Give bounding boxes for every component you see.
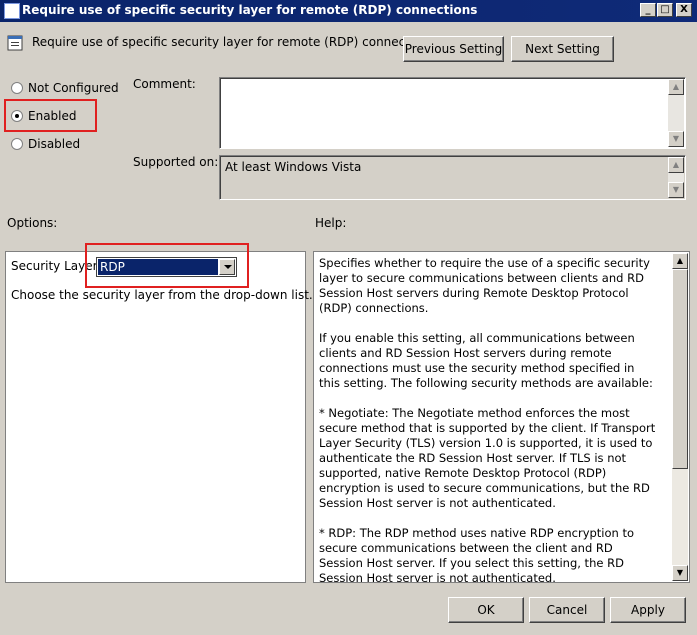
help-paragraph: * RDP: The RDP method uses native RDP en… — [319, 526, 635, 583]
window-title: Require use of specific security layer f… — [22, 3, 478, 17]
dropdown-highlight-box — [85, 243, 249, 288]
ok-button[interactable]: OK — [448, 597, 524, 623]
next-setting-button[interactable]: Next Setting — [511, 36, 614, 62]
options-panel: Security Layer RDP Choose the security l… — [5, 251, 313, 583]
setting-icon — [7, 35, 23, 51]
scroll-down-icon[interactable]: ▼ — [672, 565, 688, 581]
scroll-down-icon[interactable]: ▼ — [668, 182, 684, 198]
radio-not-configured-label[interactable]: Not Configured — [28, 81, 119, 95]
radio-disabled[interactable] — [11, 138, 23, 150]
help-panel: Specifies whether to require the use of … — [313, 251, 690, 583]
title-bar: Require use of specific security layer f… — [0, 0, 697, 22]
maximize-button[interactable]: □ — [657, 3, 673, 17]
scroll-up-icon[interactable]: ▲ — [668, 79, 684, 95]
cancel-button[interactable]: Cancel — [529, 597, 605, 623]
scroll-up-icon[interactable]: ▲ — [668, 157, 684, 173]
help-paragraph: Specifies whether to require the use of … — [319, 256, 650, 315]
help-scrollbar[interactable]: ▲ ▼ — [672, 253, 688, 581]
comment-label: Comment: — [133, 77, 196, 91]
scroll-up-icon[interactable]: ▲ — [672, 253, 688, 269]
help-text: Specifies whether to require the use of … — [319, 256, 659, 583]
radio-not-configured[interactable] — [11, 82, 23, 94]
help-label: Help: — [315, 216, 347, 230]
previous-setting-button[interactable]: Previous Setting — [403, 36, 504, 62]
minimize-button[interactable]: _ — [640, 3, 656, 17]
options-label: Options: — [7, 216, 58, 230]
supported-on-field: At least Windows Vista ▲ ▼ — [219, 155, 686, 200]
supported-on-label: Supported on: — [133, 155, 219, 169]
radio-disabled-label[interactable]: Disabled — [28, 137, 80, 151]
comment-scrollbar[interactable]: ▲ ▼ — [668, 79, 684, 147]
scroll-thumb[interactable] — [672, 269, 688, 469]
scroll-down-icon[interactable]: ▼ — [668, 131, 684, 147]
options-instruction: Choose the security layer from the drop-… — [11, 288, 313, 302]
comment-field[interactable]: ▲ ▼ — [219, 77, 686, 149]
supported-scrollbar[interactable]: ▲ ▼ — [668, 157, 684, 198]
setting-name: Require use of specific security layer f… — [32, 35, 435, 49]
help-paragraph: * Negotiate: The Negotiate method enforc… — [319, 406, 656, 510]
apply-button[interactable]: Apply — [610, 597, 686, 623]
enabled-highlight-box — [4, 99, 97, 132]
policy-icon — [4, 3, 20, 19]
help-paragraph: If you enable this setting, all communic… — [319, 331, 653, 390]
close-button[interactable]: X — [676, 3, 692, 17]
supported-on-value: At least Windows Vista — [225, 160, 362, 174]
